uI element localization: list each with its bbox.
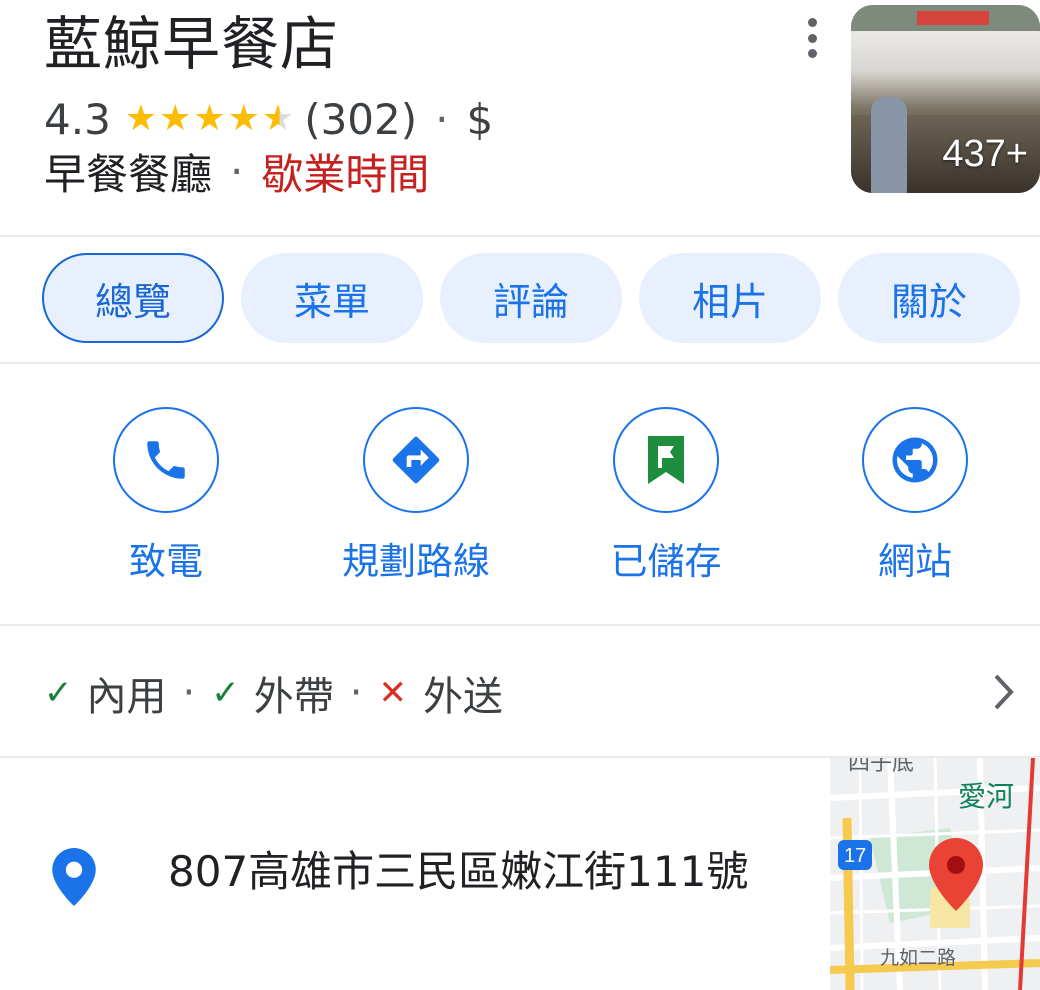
place-title: 藍鯨早餐店	[44, 10, 340, 78]
saved-label: 已儲存	[610, 540, 722, 583]
map-label-route: 17	[844, 845, 866, 867]
map-label-river: 愛河	[958, 781, 1014, 812]
chevron-right-icon[interactable]	[992, 672, 1016, 716]
photo-count: 437+	[942, 133, 1028, 175]
takeout-label: 外帶	[253, 674, 334, 720]
divider	[0, 362, 1040, 364]
tab-photos[interactable]: 相片	[639, 253, 821, 343]
cross-icon: ✕	[378, 673, 407, 713]
website-button[interactable]: 網站	[805, 407, 1025, 585]
star-rating-icon: ★ ★ ★ ★ ★	[124, 98, 295, 139]
separator-dot: ·	[182, 670, 196, 716]
separator-dot: ·	[435, 94, 449, 144]
check-icon: ✓	[211, 673, 240, 713]
more-options-icon[interactable]	[797, 18, 827, 58]
phone-icon	[113, 407, 219, 513]
globe-icon	[862, 407, 968, 513]
call-button[interactable]: 致電	[56, 407, 276, 585]
rating-row[interactable]: 4.3 ★ ★ ★ ★ ★ (302) · $	[44, 94, 493, 144]
divider	[0, 235, 1040, 237]
website-label: 網站	[878, 540, 952, 583]
map-thumbnail[interactable]: 四子底 愛河 17 九如二路	[830, 758, 1040, 990]
tab-overview[interactable]: 總覽	[42, 253, 224, 343]
divider	[0, 624, 1040, 626]
saved-button[interactable]: 已儲存	[556, 407, 776, 585]
review-count: (302)	[304, 94, 418, 144]
delivery-label: 外送	[422, 674, 503, 720]
dine-in-label: 內用	[86, 674, 167, 720]
directions-icon	[363, 407, 469, 513]
tab-menu[interactable]: 菜單	[241, 253, 423, 343]
directions-button[interactable]: 規劃路線	[306, 407, 526, 585]
tab-about[interactable]: 關於	[838, 253, 1020, 343]
price-level: $	[466, 94, 494, 144]
rating-value: 4.3	[44, 94, 111, 144]
check-icon: ✓	[44, 673, 73, 713]
map-label-road: 九如二路	[880, 947, 956, 969]
separator-dot: ·	[349, 670, 363, 716]
tab-bar: 總覽 菜單 評論 相片 關於	[42, 253, 1020, 343]
hours-status[interactable]: 歇業時間	[261, 141, 429, 202]
location-pin-icon	[52, 848, 96, 910]
tab-reviews[interactable]: 評論	[440, 253, 622, 343]
saved-flag-icon	[613, 407, 719, 513]
call-label: 致電	[129, 540, 203, 583]
address-text[interactable]: 807高雄市三民區嫩江街111號	[168, 844, 748, 900]
category-label: 早餐餐廳	[44, 149, 213, 199]
directions-label: 規劃路線	[342, 540, 490, 583]
service-options-row[interactable]: ✓ 內用 · ✓ 外帶 · ✕ 外送	[44, 660, 503, 726]
place-photo-thumbnail[interactable]: 437+	[851, 5, 1040, 193]
category-row: 早餐餐廳 · 歇業時間	[44, 144, 429, 199]
map-label-top: 四子底	[848, 758, 914, 775]
separator-dot: ·	[230, 146, 244, 196]
